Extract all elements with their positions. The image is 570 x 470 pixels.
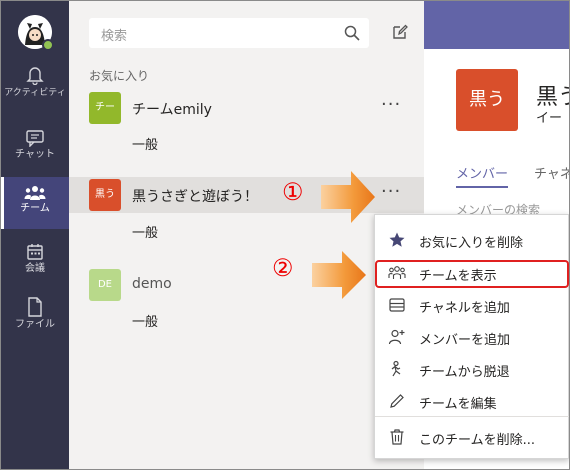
team-tile: 黒う <box>89 179 121 211</box>
favorites-section-label: お気に入り <box>89 69 150 83</box>
channel-icon <box>389 298 405 312</box>
pencil-icon <box>390 394 404 408</box>
more-options-icon[interactable]: ··· <box>381 181 401 202</box>
app-rail: アクティビティ チャット チーム 会議 ファイル <box>1 1 69 469</box>
menu-item-add-channel[interactable]: チャネルを追加 <box>375 290 569 320</box>
team-name: 黒うさぎと遊ぼう！ <box>132 189 258 205</box>
compose-icon[interactable] <box>391 23 409 41</box>
menu-item-leave-team[interactable]: チームから脱退 <box>375 354 569 384</box>
teams-icon <box>24 186 46 200</box>
app-window: アクティビティ チャット チーム 会議 ファイル 検索 お気に入り チー チーム… <box>0 0 570 470</box>
menu-item-edit-team[interactable]: チームを編集 <box>375 386 569 416</box>
team-item[interactable]: チー チームemily ··· <box>69 90 424 126</box>
calendar-icon <box>27 244 43 260</box>
search-placeholder: 検索 <box>101 29 128 44</box>
top-bar <box>424 1 569 49</box>
menu-item-add-member[interactable]: メンバーを追加 <box>375 322 569 352</box>
team-context-menu: お気に入りを削除 チームを表示 チャネルを追加 メンバーを追加 チームから脱退 … <box>374 214 569 459</box>
menu-item-label: お気に入りを削除 <box>419 236 524 251</box>
teams-list-panel: 検索 お気に入り チー チームemily ··· 一般 黒う 黒うさぎと遊ぼう！… <box>69 1 424 469</box>
rail-label: チャット <box>15 149 55 160</box>
tab-members[interactable]: メンバー <box>456 163 509 188</box>
bell-icon <box>26 67 44 85</box>
team-name: チームemily <box>132 102 212 118</box>
step-number-2: ② <box>272 254 294 282</box>
tab-channels[interactable]: チャネ <box>534 163 569 182</box>
menu-item-label: チームを編集 <box>419 397 497 412</box>
rail-item-files[interactable]: ファイル <box>1 297 69 351</box>
rail-label: 会議 <box>25 263 45 274</box>
trash-icon <box>390 429 404 445</box>
leave-icon <box>391 360 401 377</box>
file-icon <box>28 297 42 317</box>
menu-item-label: このチームを削除... <box>419 433 536 448</box>
rail-item-activity[interactable]: アクティビティ <box>1 65 69 119</box>
chat-icon <box>26 130 44 147</box>
channel-item[interactable]: 一般 <box>132 222 158 241</box>
search-input[interactable]: 検索 <box>89 18 369 48</box>
more-options-icon[interactable]: ··· <box>381 94 401 115</box>
add-member-icon <box>388 329 405 345</box>
team-name: demo <box>132 276 172 292</box>
arrow-annotation-2 <box>312 251 366 299</box>
team-tile: チー <box>89 92 121 124</box>
search-icon[interactable] <box>343 24 361 42</box>
rail-label: ファイル <box>15 319 55 330</box>
menu-item-label: チャネルを追加 <box>419 301 510 316</box>
rail-item-teams[interactable]: チーム <box>1 177 69 229</box>
arrow-annotation-1 <box>321 171 375 223</box>
star-icon <box>389 232 405 247</box>
highlight-box <box>375 260 569 288</box>
menu-item-label: チームから脱退 <box>419 365 510 380</box>
team-avatar-large: 黒う <box>456 69 518 131</box>
menu-item-delete-team[interactable]: このチームを削除... <box>375 422 569 452</box>
rail-item-chat[interactable]: チャット <box>1 129 69 183</box>
menu-item-label: メンバーを追加 <box>419 333 511 348</box>
rail-label: アクティビティ <box>4 88 66 98</box>
rail-label: チーム <box>20 203 50 214</box>
presence-available-icon <box>42 39 54 51</box>
menu-item-remove-favorite[interactable]: お気に入りを削除 <box>375 225 569 255</box>
channel-item[interactable]: 一般 <box>132 134 158 153</box>
team-tile: DE <box>89 269 121 301</box>
team-item[interactable]: DE demo <box>69 267 424 303</box>
step-number-1: ① <box>282 178 304 206</box>
rail-item-meetings[interactable]: 会議 <box>1 243 69 297</box>
menu-divider <box>375 416 569 417</box>
channel-item[interactable]: 一般 <box>132 311 158 330</box>
team-subtitle: イー <box>536 111 563 126</box>
